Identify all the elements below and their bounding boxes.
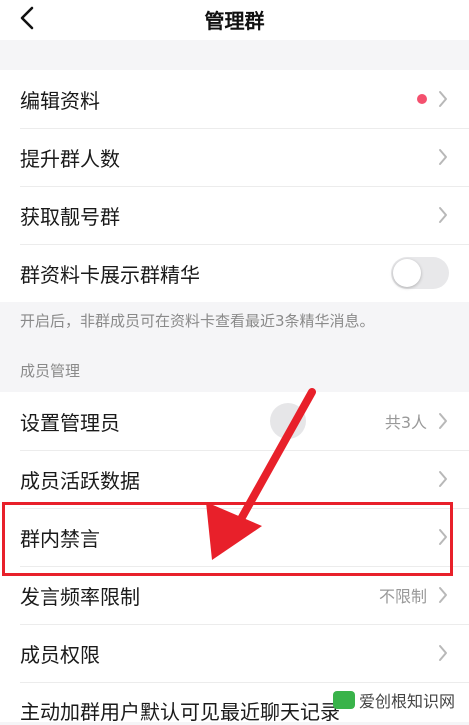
row-label: 群资料卡展示群精华 — [20, 262, 200, 287]
page-title: 管理群 — [204, 9, 265, 33]
toggle-knob — [393, 259, 421, 287]
frequency-value: 不限制 — [378, 587, 427, 606]
nav-bar: 管理群 — [0, 0, 469, 40]
chevron-right-icon — [439, 413, 447, 429]
section-header-member: 成员管理 — [20, 362, 81, 380]
row-show-essence: 群资料卡展示群精华 — [0, 244, 469, 302]
row-label: 主动加群用户默认可见最近聊天记录 — [20, 700, 340, 724]
avatar — [270, 403, 306, 439]
chevron-right-icon — [439, 207, 447, 223]
chevron-right-icon — [439, 149, 447, 165]
chevron-right-icon — [439, 587, 447, 603]
show-essence-toggle[interactable] — [391, 257, 449, 289]
chevron-right-icon — [439, 471, 447, 487]
chevron-right-icon — [439, 645, 447, 661]
row-member-permissions[interactable]: 成员权限 — [0, 624, 469, 682]
highlight-box — [2, 502, 453, 576]
chevron-right-icon — [439, 91, 447, 107]
row-premium-number[interactable]: 获取靓号群 — [0, 186, 469, 244]
row-label: 发言频率限制 — [20, 584, 140, 609]
top-spacer — [0, 40, 469, 70]
row-label: 编辑资料 — [20, 88, 100, 113]
row-upgrade-members[interactable]: 提升群人数 — [0, 128, 469, 186]
essence-hint-text: 开启后，非群成员可在资料卡查看最近3条精华消息。 — [20, 312, 375, 330]
row-label: 提升群人数 — [20, 146, 120, 171]
row-member-activity[interactable]: 成员活跃数据 — [0, 450, 469, 508]
group-settings: 编辑资料 提升群人数 获取靓号群 群资料卡展示群精华 — [0, 70, 469, 302]
row-label: 获取靓号群 — [20, 204, 120, 229]
row-edit-profile[interactable]: 编辑资料 — [0, 70, 469, 128]
row-label: 设置管理员 — [20, 410, 120, 435]
watermark: 爱创根知识网 — [332, 688, 455, 712]
notification-dot-icon — [417, 94, 427, 104]
watermark-text: 爱创根知识网 — [358, 692, 455, 711]
row-label: 成员活跃数据 — [20, 468, 140, 493]
admin-count: 共3人 — [384, 413, 427, 432]
row-set-admin[interactable]: 设置管理员 共3人 — [0, 392, 469, 450]
watermark-logo-icon — [332, 691, 355, 709]
row-label: 成员权限 — [20, 642, 100, 667]
